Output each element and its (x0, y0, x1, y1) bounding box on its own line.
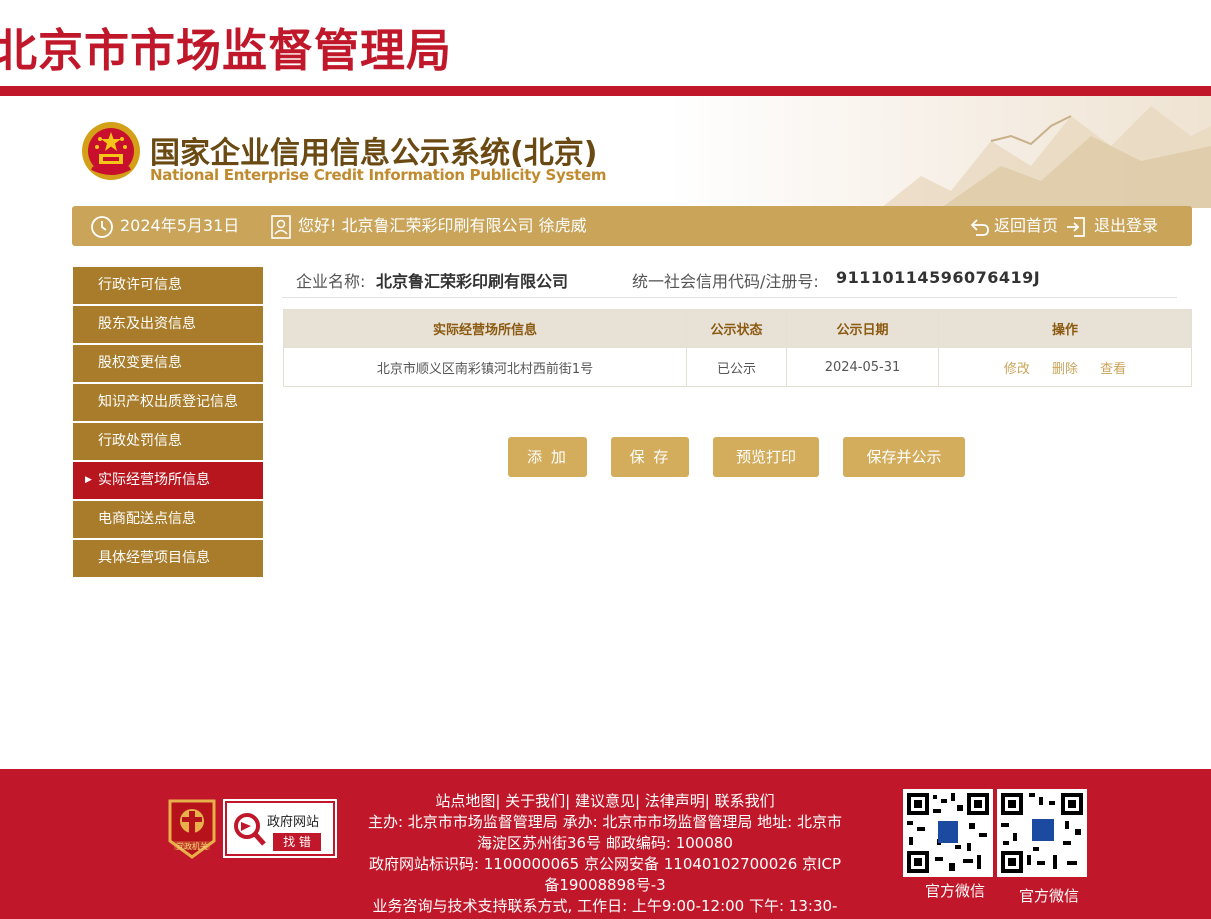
col-header-status: 公示状态 (686, 309, 787, 348)
logout-label: 退出登录 (1094, 216, 1159, 235)
sidebar-item-ip-pledge[interactable]: 知识产权出质登记信息 (73, 384, 263, 421)
site-header: 北京市市场监督管理局 (0, 0, 1211, 86)
user-card-icon (271, 214, 291, 239)
user-greeting: 您好! 北京鲁汇荣彩印刷有限公司 徐虎威 (270, 206, 587, 246)
sidebar-item-business-premises[interactable]: ▶ 实际经营场所信息 (73, 462, 263, 499)
cell-status: 已公示 (686, 347, 787, 387)
sidebar-item-admin-penalty[interactable]: 行政处罚信息 (73, 423, 263, 460)
edit-link[interactable]: 修改 (1004, 362, 1030, 377)
sidebar-menu: 行政许可信息 股东及出资信息 股权变更信息 知识产权出质登记信息 行政处罚信息 … (73, 267, 263, 579)
site-footer: 党政机关 政府网站 找 错 站点地图| 关于我们| 建议意见| 法律声明| 联系… (0, 769, 1211, 919)
col-header-address: 实际经营场所信息 (283, 309, 687, 348)
col-header-ops: 操作 (938, 309, 1192, 348)
col-header-date: 公示日期 (786, 309, 939, 348)
triangle-right-icon: ▶ (85, 475, 92, 485)
party-badge-text: 党政机关 (176, 841, 208, 851)
cell-address: 北京市顺义区南彩镇河北村西前街1号 (283, 347, 687, 387)
sidebar-item-admin-license[interactable]: 行政许可信息 (73, 267, 263, 304)
date-display: 2024年5月31日 (90, 206, 239, 246)
sidebar-item-label: 行政处罚信息 (98, 433, 182, 449)
add-button[interactable]: 添 加 (508, 437, 587, 477)
view-link[interactable]: 查看 (1100, 362, 1126, 377)
sidebar-item-business-projects[interactable]: 具体经营项目信息 (73, 540, 263, 577)
footer-line-3: 政府网站标识码: 1100000065 京公网安备 11040102700026… (368, 855, 842, 873)
greeting-text: 您好! 北京鲁汇荣彩印刷有限公司 徐虎威 (298, 216, 587, 235)
info-bar: 2024年5月31日 您好! 北京鲁汇荣彩印刷有限公司 徐虎威 返回首页 退出登… (72, 206, 1192, 246)
party-government-badge-icon[interactable]: 党政机关 (166, 797, 218, 859)
qr-code-icon (903, 789, 993, 877)
sidebar-item-label: 股权变更信息 (98, 355, 182, 371)
magnifier-icon (234, 813, 266, 846)
sidebar-item-label: 知识产权出质登记信息 (98, 394, 238, 410)
gov-site-error-report[interactable]: 政府网站 找 错 (225, 801, 335, 856)
footer-line-1: 主办: 北京市市场监督管理局 承办: 北京市市场监督管理局 地址: 北京市 (367, 813, 842, 831)
cell-date: 2024-05-31 (786, 347, 939, 387)
sidebar-item-label: 行政许可信息 (98, 277, 182, 293)
sidebar-item-label: 实际经营场所信息 (98, 472, 210, 488)
system-title-en: National Enterprise Credit Information P… (150, 166, 607, 184)
company-info: 企业名称: 北京鲁汇荣彩印刷有限公司 统一社会信用代码/注册号: 9111011… (282, 262, 1177, 298)
header-divider (0, 86, 1211, 96)
footer-line-5: 业务咨询与技术支持联系方式, 工作日: 上午9:00-12:00 下午: 13:… (372, 897, 838, 915)
date-text: 2024年5月31日 (120, 216, 240, 235)
company-name-value: 北京鲁汇荣彩印刷有限公司 (376, 272, 569, 291)
table-row: 北京市顺义区南彩镇河北村西前街1号 已公示 2024-05-31 修改 删除 查… (283, 347, 1192, 387)
sidebar-item-equity-change[interactable]: 股权变更信息 (73, 345, 263, 382)
national-emblem-icon (82, 122, 140, 180)
footer-line-4: 备19008898号-3 (544, 876, 666, 894)
footer-text: 站点地图| 关于我们| 建议意见| 法律声明| 联系我们 主办: 北京市市场监督… (340, 791, 870, 917)
site-title: 北京市市场监督管理局 (0, 24, 453, 77)
footer-line-2: 海淀区苏州街36号 邮政编码: 100080 (477, 834, 733, 852)
sidebar-item-label: 电商配送点信息 (98, 511, 196, 527)
qr-label-1: 官方微信 (925, 882, 986, 900)
logout-icon (1067, 216, 1085, 237)
sidebar-item-ecommerce-delivery[interactable]: 电商配送点信息 (73, 501, 263, 538)
great-wall-illustration (881, 106, 1211, 208)
save-publish-button[interactable]: 保存并公示 (843, 437, 965, 477)
company-name-label: 企业名称: (296, 272, 366, 291)
sidebar-item-label: 具体经营项目信息 (98, 550, 210, 566)
credit-code-value: 91110114596076419J (836, 268, 1041, 287)
cell-ops: 修改 删除 查看 (938, 347, 1192, 387)
return-arrow-icon (970, 218, 989, 236)
sidebar-item-label: 股东及出资信息 (98, 316, 196, 332)
save-button[interactable]: 保 存 (611, 437, 689, 477)
delete-link[interactable]: 删除 (1052, 362, 1078, 377)
gov-site-label: 政府网站 (267, 815, 320, 830)
sidebar-item-shareholder[interactable]: 股东及出资信息 (73, 306, 263, 343)
home-link[interactable]: 返回首页 (970, 206, 1058, 246)
preview-print-button[interactable]: 预览打印 (713, 437, 819, 477)
qr-label-2: 官方微信 (1019, 887, 1080, 905)
home-label: 返回首页 (994, 216, 1059, 235)
footer-links[interactable]: 站点地图| 关于我们| 建议意见| 法律声明| 联系我们 (340, 791, 870, 812)
logout-link[interactable]: 退出登录 (1066, 206, 1158, 246)
credit-code-label: 统一社会信用代码/注册号: (632, 272, 819, 291)
premises-table: 实际经营场所信息 公示状态 公示日期 操作 北京市顺义区南彩镇河北村西前街1号 … (283, 309, 1192, 387)
table-header-row: 实际经营场所信息 公示状态 公示日期 操作 (283, 309, 1192, 348)
clock-icon (91, 215, 113, 238)
qr-code-icon (997, 789, 1087, 877)
find-error-label: 找 错 (273, 833, 321, 851)
